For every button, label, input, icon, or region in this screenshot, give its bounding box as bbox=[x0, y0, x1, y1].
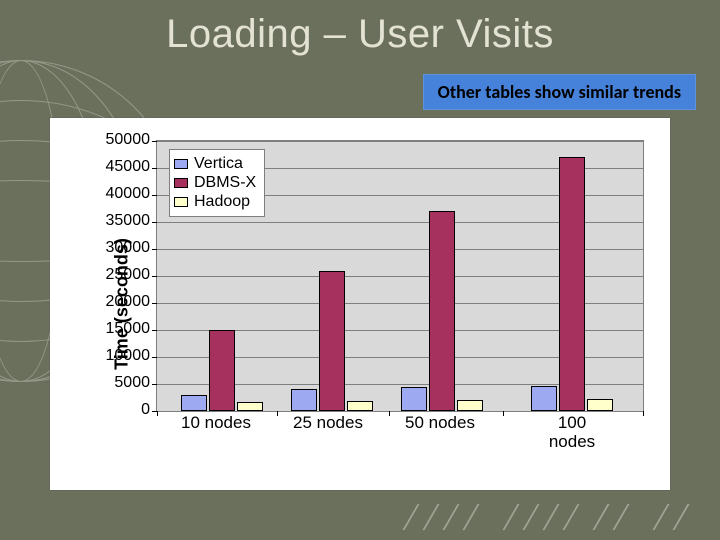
legend-label: Vertica bbox=[194, 155, 243, 173]
bar-group bbox=[397, 141, 487, 411]
x-tick-label: 50 nodes bbox=[380, 414, 500, 433]
bar-hadoop bbox=[457, 400, 483, 411]
swatch-hadoop-icon bbox=[174, 197, 188, 207]
bar-hadoop bbox=[237, 402, 263, 411]
bar-dbmsx bbox=[319, 271, 345, 411]
bar-dbmsx bbox=[209, 330, 235, 411]
bar-vertica bbox=[291, 389, 317, 411]
y-tick: 15000 bbox=[106, 320, 151, 338]
bar-hadoop bbox=[347, 401, 373, 411]
bar-dbmsx bbox=[429, 211, 455, 411]
y-tick: 10000 bbox=[106, 347, 151, 365]
chart-panel: Time (seconds) 0500010000150002000025000… bbox=[50, 118, 670, 490]
y-tick: 30000 bbox=[106, 239, 151, 257]
legend: Vertica DBMS-X Hadoop bbox=[169, 149, 265, 217]
bar-hadoop bbox=[587, 399, 613, 411]
y-tick: 0 bbox=[141, 401, 150, 419]
legend-item-vertica: Vertica bbox=[174, 155, 256, 173]
bar-dbmsx bbox=[559, 157, 585, 411]
legend-item-dbmsx: DBMS-X bbox=[174, 174, 256, 192]
y-tick: 50000 bbox=[106, 131, 151, 149]
y-tick: 35000 bbox=[106, 212, 151, 230]
bar-vertica bbox=[401, 387, 427, 411]
legend-item-hadoop: Hadoop bbox=[174, 193, 256, 211]
x-tick-label: 100nodes bbox=[502, 414, 642, 451]
swatch-vertica-icon bbox=[174, 159, 188, 169]
y-tick: 40000 bbox=[106, 185, 151, 203]
legend-label: DBMS-X bbox=[194, 174, 256, 192]
bar-group bbox=[527, 141, 617, 411]
legend-label: Hadoop bbox=[194, 193, 250, 211]
slide-title: Loading – User Visits bbox=[0, 12, 720, 57]
plot-area: Vertica DBMS-X Hadoop bbox=[156, 140, 644, 412]
x-tick-label: 10 nodes bbox=[156, 414, 276, 433]
decorative-strokes bbox=[400, 504, 700, 534]
bar-vertica bbox=[531, 386, 557, 411]
x-tick-label: 25 nodes bbox=[268, 414, 388, 433]
swatch-dbmsx-icon bbox=[174, 178, 188, 188]
bar-group bbox=[287, 141, 377, 411]
y-tick: 20000 bbox=[106, 293, 151, 311]
bar-vertica bbox=[181, 395, 207, 411]
y-tick: 25000 bbox=[106, 266, 151, 284]
y-tick: 5000 bbox=[114, 374, 150, 392]
note-callout: Other tables show similar trends bbox=[423, 74, 696, 110]
y-tick: 45000 bbox=[106, 158, 151, 176]
